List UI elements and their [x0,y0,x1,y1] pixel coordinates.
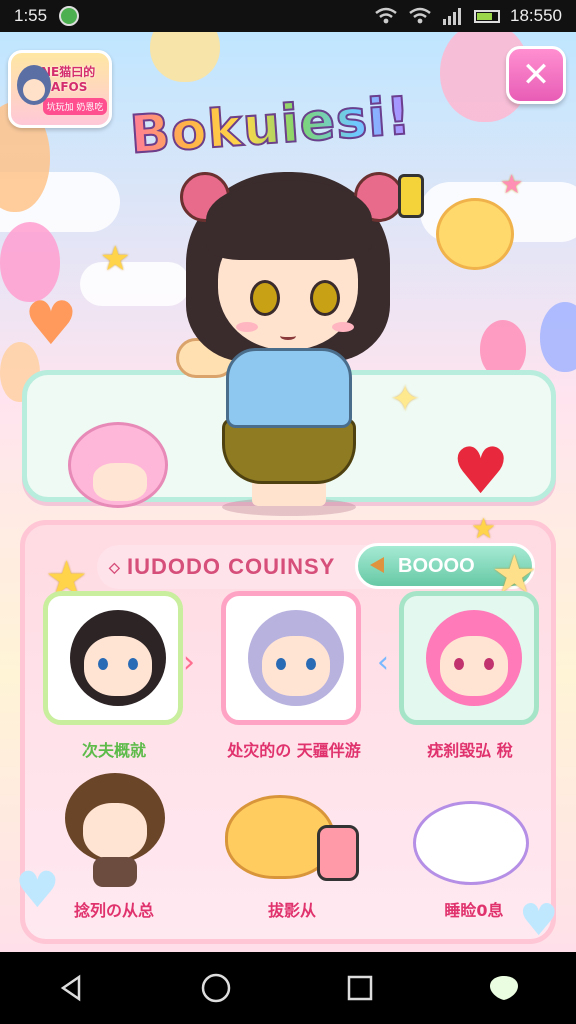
balloon-decoration [150,32,220,82]
character-list-panel: ★ ◇ IUDODO COUINSY BOOOO ★ ★ › ‹ 次夫概就 处灾… [15,515,558,944]
logo-line2: 坑玩加 奶恩吃 [42,98,108,115]
star-icon: ★ [471,512,497,545]
chevron-left-icon[interactable]: ‹ [377,645,389,680]
character-label: 捻列の从总 [73,901,154,920]
star-decoration: ★ [500,170,524,200]
balloon-decoration [540,302,576,372]
app-icon [59,6,80,26]
wifi-icon [375,7,397,24]
character-card[interactable] [399,591,539,725]
close-button[interactable]: ✕ [506,46,566,104]
chevron-right-icon[interactable]: › [183,645,195,680]
character-top [226,348,352,428]
play-icon [370,557,384,573]
home-icon [201,973,231,1003]
character-figure[interactable] [65,773,165,887]
signal-icon [443,8,461,25]
star-decoration: ★ [100,239,131,279]
character-label: 处灾的の 天疆伴游 [227,741,361,760]
assistant-icon [490,976,518,1000]
hair-clip-icon [398,174,424,218]
game-logo-badge[interactable]: NE猫曰的 HAFOS 坑玩加 奶恩吃 [8,50,112,128]
status-bar: 1:55 18:5⁠50 [0,0,576,32]
back-button[interactable] [42,958,102,1018]
diamond-icon: ◇ [109,558,121,575]
character-card[interactable] [43,591,183,725]
lion-plush-decoration [436,198,514,270]
main-character[interactable] [166,132,412,516]
battery-icon [474,9,500,23]
status-time-right: 18:5⁠50 [510,6,562,25]
character-label: 拔影从 [267,901,316,920]
close-icon: ✕ [521,55,551,95]
navigation-bar [0,952,576,1024]
logo-line1: NE猫曰的 HAFOS [41,65,96,94]
character-label: 疣刹毀弘 稅 [427,741,513,760]
list-header: ◇ IUDODO COUINSY [97,545,387,589]
heart-icon[interactable]: ♥ [452,440,509,504]
home-button[interactable] [186,958,246,1018]
back-icon [60,974,81,1002]
potion-bottle-icon[interactable] [317,825,359,881]
character-card[interactable] [221,591,361,725]
robot-pet[interactable] [413,801,529,885]
recents-button[interactable] [330,958,390,1018]
character-label: 次夫概就 [81,741,146,760]
logo-mascot-icon [17,65,51,105]
character-label: 睡睑0息 [444,901,504,920]
tag-button-label: BOOOO [398,554,475,577]
wifi-icon [409,7,431,24]
eye-right [310,280,340,316]
assistant-button[interactable] [474,958,534,1018]
status-time-left: 1:55 [14,6,48,25]
heart-creature-decoration: ♥ [24,289,78,359]
eye-left [250,280,280,316]
recents-icon [347,975,373,1001]
pink-sheep-plush[interactable] [68,422,168,508]
list-header-label: IUDODO COUINSY [127,554,336,579]
game-screen: ♥ ★ ★ NE猫曰的 HAFOS 坑玩加 奶恩吃 ✕ Bokuiesi! ♥ … [0,32,576,952]
